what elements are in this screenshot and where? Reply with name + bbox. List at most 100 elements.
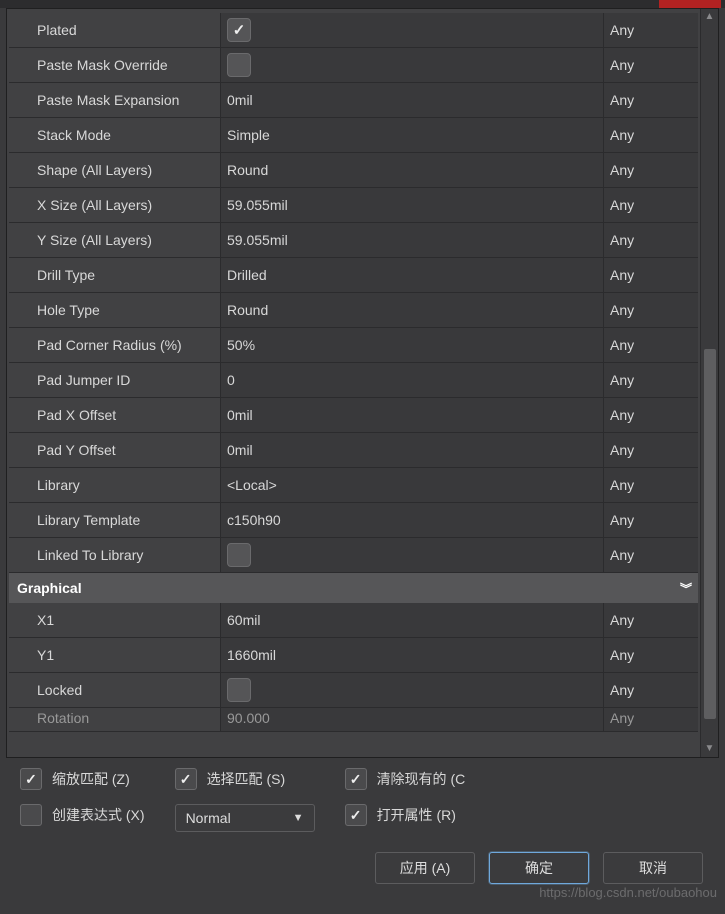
property-label: Linked To Library bbox=[9, 538, 221, 572]
property-constraint[interactable]: Any bbox=[604, 603, 698, 637]
checkbox-icon[interactable] bbox=[20, 804, 42, 826]
checkbox-icon[interactable] bbox=[227, 53, 251, 77]
chevron-down-icon: ▼ bbox=[293, 812, 304, 824]
scroll-down-icon[interactable]: ▼ bbox=[701, 741, 718, 757]
property-row: Pad Y Offset0milAny bbox=[9, 433, 698, 468]
property-value[interactable]: 90.000 bbox=[221, 708, 604, 731]
property-constraint[interactable]: Any bbox=[604, 13, 698, 47]
property-constraint[interactable]: Any bbox=[604, 258, 698, 292]
property-value[interactable]: 50% bbox=[221, 328, 604, 362]
scroll-up-icon[interactable]: ▲ bbox=[701, 9, 718, 25]
checkbox-icon[interactable]: ✓ bbox=[227, 18, 251, 42]
collapse-icon[interactable]: ︾ bbox=[680, 580, 690, 597]
property-value[interactable]: 0mil bbox=[221, 398, 604, 432]
property-constraint[interactable]: Any bbox=[604, 538, 698, 572]
property-row: Rotation90.000Any bbox=[9, 708, 698, 732]
property-value[interactable] bbox=[221, 538, 604, 572]
property-value[interactable]: 1660mil bbox=[221, 638, 604, 672]
property-constraint[interactable]: Any bbox=[604, 468, 698, 502]
property-constraint[interactable]: Any bbox=[604, 708, 698, 731]
property-constraint[interactable]: Any bbox=[604, 293, 698, 327]
close-button[interactable] bbox=[659, 0, 721, 8]
property-value[interactable]: 0mil bbox=[221, 83, 604, 117]
property-constraint[interactable]: Any bbox=[604, 398, 698, 432]
property-row: Pad Corner Radius (%)50%Any bbox=[9, 328, 698, 363]
titlebar bbox=[0, 0, 725, 8]
property-value[interactable]: 0 bbox=[221, 363, 604, 397]
property-value[interactable]: c150h90 bbox=[221, 503, 604, 537]
property-value[interactable]: 59.055mil bbox=[221, 223, 604, 257]
section-title: Graphical bbox=[17, 580, 82, 596]
checkbox-icon[interactable] bbox=[227, 678, 251, 702]
property-row: X Size (All Layers)59.055milAny bbox=[9, 188, 698, 223]
properties-panel: Plated✓AnyPaste Mask OverrideAnyPaste Ma… bbox=[6, 8, 719, 758]
property-value[interactable]: Round bbox=[221, 293, 604, 327]
property-value[interactable]: <Local> bbox=[221, 468, 604, 502]
property-row: Pad Jumper ID0Any bbox=[9, 363, 698, 398]
property-label: Pad Y Offset bbox=[9, 433, 221, 467]
property-constraint[interactable]: Any bbox=[604, 153, 698, 187]
property-row: LockedAny bbox=[9, 673, 698, 708]
property-value[interactable]: Round bbox=[221, 153, 604, 187]
cancel-button[interactable]: 取消 bbox=[603, 852, 703, 884]
property-constraint[interactable]: Any bbox=[604, 188, 698, 222]
property-constraint[interactable]: Any bbox=[604, 118, 698, 152]
property-value[interactable]: 60mil bbox=[221, 603, 604, 637]
button-row: 应用 (A) 确定 取消 bbox=[0, 848, 725, 898]
property-value[interactable]: ✓ bbox=[221, 13, 604, 47]
section-header-graphical[interactable]: Graphical ︾ bbox=[9, 573, 698, 603]
checkbox-icon[interactable]: ✓ bbox=[345, 768, 367, 790]
property-row: Plated✓ Any bbox=[9, 13, 698, 48]
property-label: Y1 bbox=[9, 638, 221, 672]
clear-existing-option[interactable]: ✓ 清除现有的 (C bbox=[345, 768, 466, 790]
property-value[interactable]: 0mil bbox=[221, 433, 604, 467]
create-expression-option[interactable]: 创建表达式 (X) bbox=[20, 804, 145, 826]
property-value[interactable]: 59.055mil bbox=[221, 188, 604, 222]
property-value[interactable] bbox=[221, 673, 604, 707]
open-properties-label: 打开属性 (R) bbox=[377, 805, 456, 825]
property-row: Pad X Offset0milAny bbox=[9, 398, 698, 433]
property-constraint[interactable]: Any bbox=[604, 673, 698, 707]
vertical-scrollbar[interactable]: ▲ ▼ bbox=[700, 9, 718, 757]
checkbox-icon[interactable]: ✓ bbox=[20, 768, 42, 790]
checkbox-icon[interactable]: ✓ bbox=[345, 804, 367, 826]
property-label: Pad X Offset bbox=[9, 398, 221, 432]
property-list: Plated✓AnyPaste Mask OverrideAnyPaste Ma… bbox=[7, 9, 700, 757]
property-constraint[interactable]: Any bbox=[604, 503, 698, 537]
zoom-match-option[interactable]: ✓ 缩放匹配 (Z) bbox=[20, 768, 145, 790]
property-label: Library Template bbox=[9, 503, 221, 537]
property-constraint[interactable]: Any bbox=[604, 328, 698, 362]
checkbox-icon[interactable]: ✓ bbox=[175, 768, 197, 790]
property-constraint[interactable]: Any bbox=[604, 83, 698, 117]
property-label: X1 bbox=[9, 603, 221, 637]
property-row: Linked To Library Any bbox=[9, 538, 698, 573]
apply-button[interactable]: 应用 (A) bbox=[375, 852, 475, 884]
options-bar: ✓ 缩放匹配 (Z) 创建表达式 (X) ✓ 选择匹配 (S) Normal ▼… bbox=[6, 758, 719, 848]
property-row: Shape (All Layers)RoundAny bbox=[9, 153, 698, 188]
property-row: Paste Mask Expansion0milAny bbox=[9, 83, 698, 118]
property-row: Library<Local>Any bbox=[9, 468, 698, 503]
scrollbar-thumb[interactable] bbox=[704, 349, 716, 719]
property-label: Shape (All Layers) bbox=[9, 153, 221, 187]
property-constraint[interactable]: Any bbox=[604, 433, 698, 467]
property-value[interactable] bbox=[221, 48, 604, 82]
mode-dropdown[interactable]: Normal ▼ bbox=[175, 804, 315, 832]
property-row: Stack ModeSimpleAny bbox=[9, 118, 698, 153]
property-value[interactable]: Simple bbox=[221, 118, 604, 152]
property-label: Drill Type bbox=[9, 258, 221, 292]
checkbox-icon[interactable] bbox=[227, 543, 251, 567]
select-match-option[interactable]: ✓ 选择匹配 (S) bbox=[175, 768, 315, 790]
ok-button[interactable]: 确定 bbox=[489, 852, 589, 884]
property-label: Plated bbox=[9, 13, 221, 47]
property-label: Pad Jumper ID bbox=[9, 363, 221, 397]
property-label: Paste Mask Expansion bbox=[9, 83, 221, 117]
zoom-match-label: 缩放匹配 (Z) bbox=[52, 769, 130, 789]
create-expression-label: 创建表达式 (X) bbox=[52, 805, 145, 825]
property-constraint[interactable]: Any bbox=[604, 363, 698, 397]
open-properties-option[interactable]: ✓ 打开属性 (R) bbox=[345, 804, 466, 826]
property-constraint[interactable]: Any bbox=[604, 48, 698, 82]
property-value[interactable]: Drilled bbox=[221, 258, 604, 292]
property-constraint[interactable]: Any bbox=[604, 223, 698, 257]
property-row: Drill TypeDrilledAny bbox=[9, 258, 698, 293]
property-constraint[interactable]: Any bbox=[604, 638, 698, 672]
